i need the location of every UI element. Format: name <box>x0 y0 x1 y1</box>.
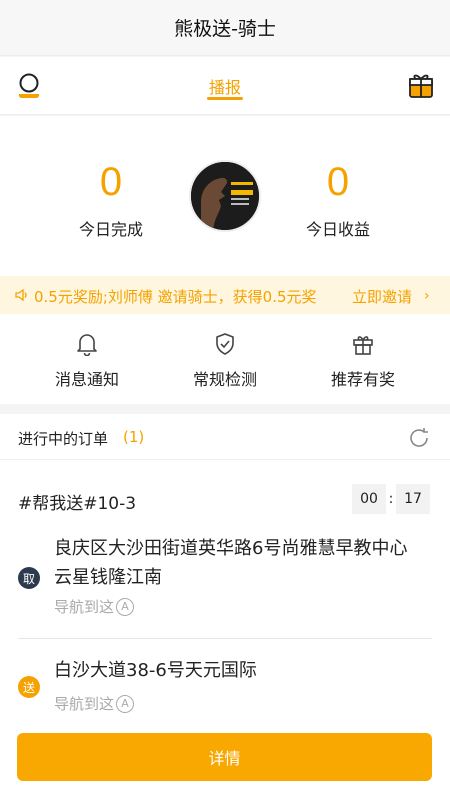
order-timer: 00 : 17 <box>352 484 430 514</box>
speaker-icon <box>14 287 30 303</box>
income-amount: 0 <box>326 160 350 204</box>
bell-icon <box>77 334 97 356</box>
quick-action-label: 消息通知 <box>54 370 119 389</box>
page-title: 熊极送-骑士 <box>174 18 276 40</box>
dropoff-badge: 送 <box>18 676 40 698</box>
orders-count: (1) <box>123 428 145 446</box>
shield-check-icon <box>216 333 234 355</box>
daily-stats: 0 今日完成 0 今日收益 <box>0 116 450 276</box>
timer-separator: : <box>388 491 394 507</box>
stat-completed: 0 今日完成 <box>31 158 191 240</box>
navigate-label: 导航到这 <box>54 598 115 616</box>
completed-count: 0 <box>99 160 123 204</box>
navigate-label: 导航到这 <box>54 695 115 713</box>
pickup-badge: 取 <box>18 567 40 589</box>
invite-now-link[interactable]: 立即邀请 <box>352 286 412 307</box>
stat-income: 0 今日收益 <box>258 158 418 240</box>
refresh-icon[interactable] <box>406 425 432 451</box>
quick-actions: 消息通知 常规检测 推荐有奖 <box>0 314 450 404</box>
completed-label: 今日完成 <box>78 220 143 239</box>
quick-action-label: 推荐有奖 <box>330 370 395 389</box>
dropoff-address: 白沙大道38-6号天元国际 <box>54 660 257 681</box>
pickup-address: 良庆区大沙田街道英华路6号尚雅慧早教中心云星钱隆江南 <box>54 538 408 588</box>
divider <box>18 638 432 639</box>
timer-seconds: 17 <box>396 484 430 514</box>
orders-header: 进行中的订单 (1) <box>0 414 450 460</box>
quick-action-check[interactable]: 常规检测 <box>165 332 285 390</box>
tab-underline <box>207 97 243 100</box>
quick-action-notifications[interactable]: 消息通知 <box>27 332 147 390</box>
timer-minutes: 00 <box>352 484 386 514</box>
orders-in-progress: 进行中的订单 (1) #帮我送#10-3 00 : 17 取 良庆区大沙田街道英… <box>0 414 450 800</box>
avatar[interactable] <box>189 160 261 232</box>
details-button[interactable]: 详情 <box>17 733 432 781</box>
tab-bar: 播报 <box>0 57 450 115</box>
tab-broadcast[interactable]: 播报 <box>0 74 450 98</box>
ticker-message: 0.5元奖励;刘师傅 邀请骑士，获得0.5元奖 <box>34 288 317 306</box>
order-number: #帮我送#10-3 <box>18 494 137 514</box>
income-label: 今日收益 <box>305 220 370 239</box>
quick-action-referral[interactable]: 推荐有奖 <box>303 332 423 390</box>
dropoff-navigate-link[interactable]: 导航到这 A <box>54 693 135 714</box>
gift-icon <box>353 336 373 355</box>
pickup-navigate-link[interactable]: 导航到这 A <box>54 596 135 617</box>
navigation-icon: A <box>116 597 135 616</box>
announcement-ticker[interactable]: 0.5元奖励;刘师傅 邀请骑士，获得0.5元奖 立即邀请 › <box>0 276 450 314</box>
chevron-right-icon: › <box>424 288 430 304</box>
orders-title: 进行中的订单 <box>18 430 109 448</box>
navigation-icon: A <box>116 694 135 713</box>
title-bar: 熊极送-骑士 <box>0 0 450 56</box>
gift-box-icon[interactable] <box>408 71 434 99</box>
quick-action-label: 常规检测 <box>192 370 257 389</box>
